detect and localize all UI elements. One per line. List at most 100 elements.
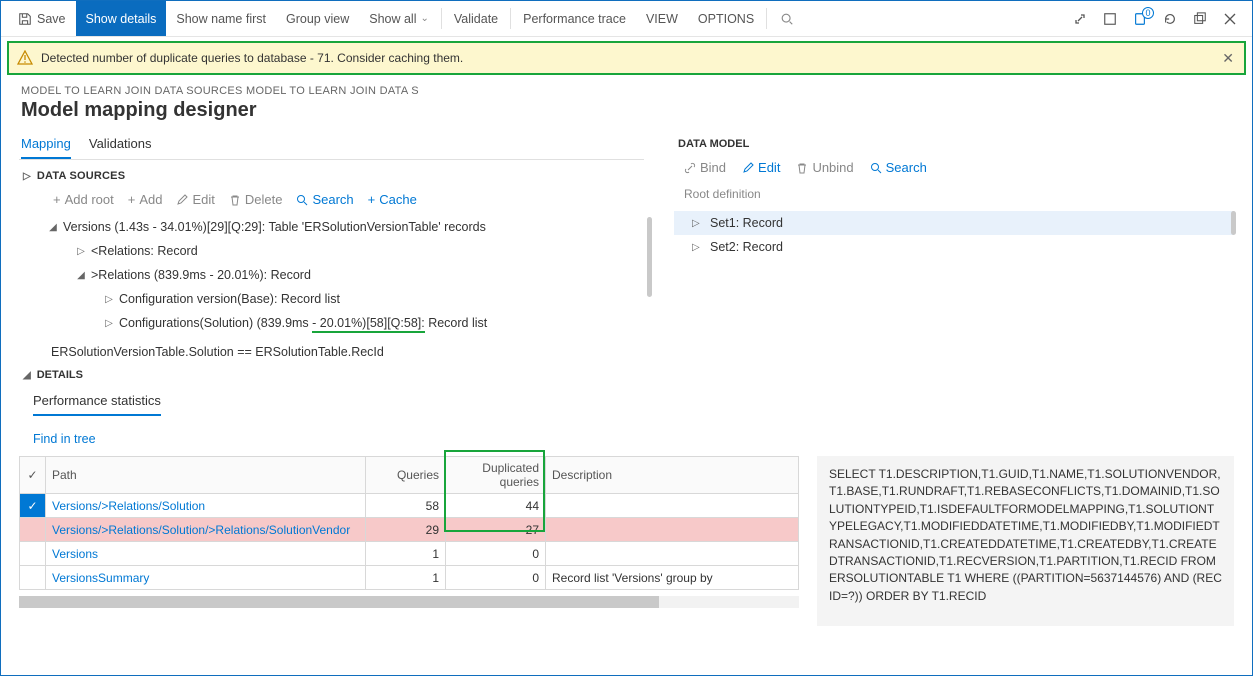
table-row[interactable]: Versions10: [20, 542, 799, 566]
tree-node-relations-gt[interactable]: ◢ >Relations (839.9ms - 20.01%): Record: [47, 263, 644, 287]
collapse-icon[interactable]: ◢: [23, 370, 31, 381]
search-icon: [296, 194, 308, 206]
tree-node-label: <Relations: Record: [87, 244, 198, 258]
data-sources-tree: ◢ Versions (1.43s - 34.01%)[29][Q:29]: T…: [19, 215, 644, 335]
group-view-button[interactable]: Group view: [276, 1, 359, 36]
validate-button[interactable]: Validate: [444, 1, 508, 36]
table-row[interactable]: Versions/>Relations/Solution/>Relations/…: [20, 518, 799, 542]
tree-node-label-suffix: Record list: [425, 316, 488, 330]
designer-tabs: Mapping Validations: [19, 130, 644, 160]
tab-validations[interactable]: Validations: [89, 130, 152, 159]
collapse-icon[interactable]: ◢: [47, 222, 59, 233]
row-select-cell[interactable]: [20, 518, 46, 542]
queries-cell: 1: [366, 542, 446, 566]
refresh-icon[interactable]: [1162, 11, 1178, 27]
path-link[interactable]: Versions/>Relations/Solution: [52, 499, 205, 513]
data-sources-actions: + Add root + Add Edit Delete Search + Ca…: [19, 188, 644, 215]
path-cell: Versions: [46, 542, 366, 566]
grid-header-desc[interactable]: Description: [546, 457, 799, 494]
search-label: Search: [312, 192, 353, 207]
breadcrumb: MODEL TO LEARN JOIN DATA SOURCES MODEL T…: [1, 79, 1252, 99]
path-cell: VersionsSummary: [46, 566, 366, 590]
tree-node-relations-lt[interactable]: ▷ <Relations: Record: [47, 239, 644, 263]
tree-node-label: Configuration version(Base): Record list: [115, 292, 340, 306]
link-icon[interactable]: [1072, 11, 1088, 27]
toolbar-separator: [441, 8, 442, 29]
path-link[interactable]: VersionsSummary: [52, 571, 149, 585]
scrollbar-thumb[interactable]: [647, 217, 652, 297]
description-cell: [546, 494, 799, 518]
dm-search-button[interactable]: Search: [870, 160, 927, 175]
toolbar-separator: [510, 8, 511, 29]
chevron-down-icon: ⌄: [420, 13, 428, 24]
dup-queries-cell: 44: [446, 494, 546, 518]
grid-header-queries[interactable]: Queries: [366, 457, 446, 494]
grid-header-select[interactable]: ✓: [20, 457, 46, 494]
row-select-cell[interactable]: ✓: [20, 494, 46, 518]
cache-button[interactable]: + Cache: [368, 192, 417, 207]
expand-icon[interactable]: ▷: [75, 246, 87, 257]
expand-icon[interactable]: ▷: [103, 318, 115, 329]
caret-right-icon[interactable]: ▷: [23, 171, 31, 182]
scrollbar-thumb[interactable]: [1231, 211, 1236, 235]
tab-mapping[interactable]: Mapping: [21, 130, 71, 159]
grid-header-path[interactable]: Path: [46, 457, 366, 494]
dup-queries-cell: 0: [446, 566, 546, 590]
save-button[interactable]: Save: [7, 1, 76, 36]
add-button[interactable]: + Add: [128, 192, 163, 207]
unbind-button[interactable]: Unbind: [796, 160, 853, 175]
row-select-cell[interactable]: [20, 566, 46, 590]
dm-edit-button[interactable]: Edit: [742, 160, 780, 175]
queries-cell: 58: [366, 494, 446, 518]
dm-search-label: Search: [886, 160, 927, 175]
office-icon[interactable]: [1102, 11, 1118, 27]
notification-icon[interactable]: 0: [1132, 11, 1148, 27]
table-row[interactable]: VersionsSummary10Record list 'Versions' …: [20, 566, 799, 590]
delete-button[interactable]: Delete: [229, 192, 283, 207]
show-name-first-button[interactable]: Show name first: [166, 1, 276, 36]
collapse-icon[interactable]: ◢: [75, 270, 87, 281]
row-select-cell[interactable]: [20, 542, 46, 566]
bind-label: Bind: [700, 160, 726, 175]
popout-icon[interactable]: [1192, 11, 1208, 27]
sql-preview-pane: SELECT T1.DESCRIPTION,T1.GUID,T1.NAME,T1…: [817, 456, 1234, 626]
save-icon: [17, 11, 33, 27]
trash-icon: [229, 194, 241, 206]
add-root-button[interactable]: + Add root: [53, 192, 114, 207]
expand-icon[interactable]: ▷: [692, 218, 704, 229]
tree-node-label-prefix: Configurations(Solution) (839.9ms: [119, 316, 312, 330]
add-label: Add: [139, 192, 162, 207]
path-link[interactable]: Versions: [52, 547, 98, 561]
tree-node-versions[interactable]: ◢ Versions (1.43s - 34.01%)[29][Q:29]: T…: [47, 215, 644, 239]
table-row[interactable]: ✓ Versions/>Relations/Solution 5844: [20, 494, 799, 518]
grid-header-dup[interactable]: Duplicated queries: [446, 457, 546, 494]
view-label: VIEW: [646, 12, 678, 26]
tree-node-label-highlight: - 20.01%)[58][Q:58]:: [312, 316, 425, 333]
tree-node-config-solution[interactable]: ▷ Configurations(Solution) (839.9ms - 20…: [47, 311, 644, 335]
expand-icon[interactable]: ▷: [103, 294, 115, 305]
dm-node-label: Set2: Record: [704, 240, 783, 254]
performance-statistics-tab[interactable]: Performance statistics: [33, 389, 161, 416]
tree-node-config-base[interactable]: ▷ Configuration version(Base): Record li…: [47, 287, 644, 311]
toolbar-search-button[interactable]: [769, 1, 809, 36]
performance-trace-button[interactable]: Performance trace: [513, 1, 636, 36]
details-title-label: DETAILS: [37, 369, 83, 381]
dm-node-set1[interactable]: ▷ Set1: Record: [674, 211, 1234, 235]
description-cell: [546, 542, 799, 566]
warning-close-button[interactable]: ✕: [1222, 50, 1234, 67]
options-menu[interactable]: OPTIONS: [688, 1, 764, 36]
show-all-button[interactable]: Show all ⌄: [359, 1, 439, 36]
grid-horizontal-scrollbar[interactable]: [19, 596, 799, 608]
close-icon[interactable]: [1222, 11, 1238, 27]
expand-icon[interactable]: ▷: [692, 242, 704, 253]
find-in-tree-link[interactable]: Find in tree: [19, 416, 1234, 456]
scrollbar-thumb[interactable]: [19, 596, 659, 608]
data-sources-title: DATA SOURCES: [37, 170, 125, 182]
path-link[interactable]: Versions/>Relations/Solution/>Relations/…: [52, 523, 350, 537]
show-details-button[interactable]: Show details: [76, 1, 167, 36]
bind-button[interactable]: Bind: [684, 160, 726, 175]
dm-node-set2[interactable]: ▷ Set2: Record: [674, 235, 1234, 259]
view-menu[interactable]: VIEW: [636, 1, 688, 36]
search-button[interactable]: Search: [296, 192, 353, 207]
edit-button[interactable]: Edit: [176, 192, 214, 207]
